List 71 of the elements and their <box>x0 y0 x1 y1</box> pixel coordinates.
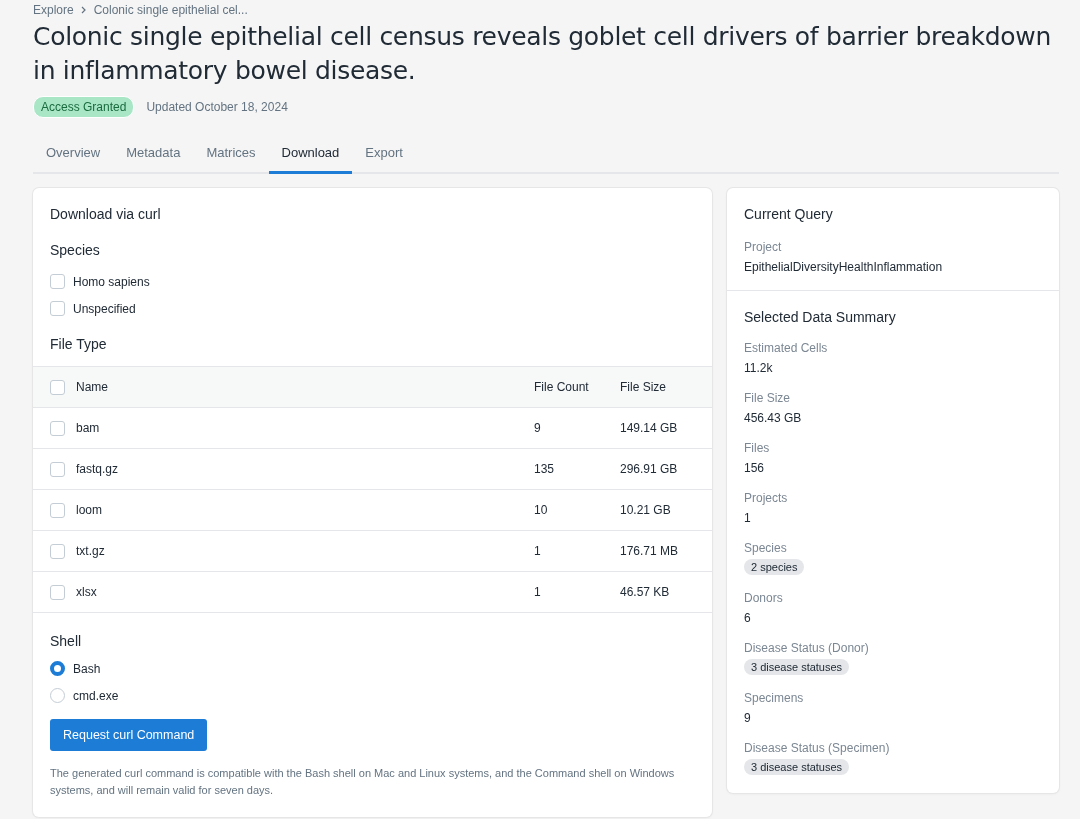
table-cell-text: 9 <box>534 421 542 435</box>
field-label: Specimens <box>744 691 805 705</box>
table-cell: xlsx <box>76 585 97 599</box>
field-label: File Size <box>744 391 791 405</box>
field-label: Species <box>744 541 788 555</box>
column-header: File Size <box>620 380 667 394</box>
count-tag: 3 disease statuses <box>744 759 850 775</box>
tab[interactable]: Metadata <box>113 136 194 174</box>
field-value: 456.43 GB <box>744 411 803 425</box>
field-label: Projects <box>744 491 789 505</box>
column-header: Name <box>76 380 108 394</box>
table-cell-text: 296.91 GB <box>620 462 679 476</box>
field-value: 6 <box>744 611 752 625</box>
radio-button[interactable] <box>50 688 65 703</box>
radio-label: Bash <box>73 661 101 676</box>
table-cell-text: 135 <box>534 462 556 476</box>
checkbox-label: Unspecified <box>73 301 136 316</box>
table-cell: fastq.gz <box>76 462 119 476</box>
field-value: 9 <box>744 711 752 725</box>
table-cell-text: 1 <box>534 544 542 558</box>
table-cell-text: 176.71 MB <box>620 544 680 558</box>
tab[interactable]: Export <box>352 136 416 174</box>
section-heading: File Type <box>50 336 108 352</box>
request-button[interactable]: Request curl Command <box>50 719 208 751</box>
section-heading: Shell <box>50 633 83 649</box>
field-value: 1 <box>744 511 752 525</box>
field-value: EpithelialDiversityHealthInflammation <box>744 260 944 274</box>
row-checkbox[interactable] <box>50 502 65 518</box>
card-title: Download via curl <box>50 206 162 222</box>
chevron-icon <box>79 6 88 14</box>
count-tag: 2 species <box>744 559 805 575</box>
table-cell-text: 10 <box>534 503 549 517</box>
field-label: Disease Status (Specimen) <box>744 741 891 755</box>
card-title: Current Query <box>744 206 834 222</box>
table-cell: loom <box>76 503 102 517</box>
table-cell-text: 10.21 GB <box>620 503 672 517</box>
tab[interactable]: Download <box>268 136 353 174</box>
row-checkbox[interactable] <box>50 420 65 436</box>
field-label: Disease Status (Donor) <box>744 641 870 655</box>
breadcrumb-link[interactable]: Colonic single epithelial cel... <box>93 3 248 17</box>
row-checkbox[interactable] <box>50 461 65 477</box>
radio-label: cmd.exe <box>73 688 119 703</box>
section-heading: Species <box>50 242 101 258</box>
field-label: Donors <box>744 591 784 605</box>
table-cell: bam <box>76 421 100 435</box>
table-cell: txt.gz <box>76 544 105 558</box>
tab[interactable]: Overview <box>33 136 114 174</box>
column-header: File Count <box>534 380 590 394</box>
checkbox[interactable] <box>50 301 65 316</box>
field-value: 11.2k <box>744 361 774 375</box>
radio-button[interactable] <box>50 661 65 676</box>
table-cell-text: 149.14 GB <box>620 421 679 435</box>
field-value: 156 <box>744 461 766 475</box>
checkbox[interactable] <box>50 274 65 289</box>
select-all-checkbox[interactable] <box>50 379 65 395</box>
field-label: Estimated Cells <box>744 341 829 355</box>
updated-date: Updated October 18, 2024 <box>146 100 288 114</box>
table-cell-text: 46.57 KB <box>620 585 671 599</box>
field-label: Project <box>744 240 783 254</box>
card-title: Selected Data Summary <box>744 309 897 325</box>
page-title: Colonic single epithelial cell census reveals goblet cell drivers of barrier breakdown in inflammatory bowel disease. <box>33 21 1052 87</box>
checkbox-label: Homo sapiens <box>73 274 150 289</box>
help-text: The generated curl command is compatible with the Bash shell on Mac and Linux systems, and the Command shell on Windows systems, and will remain valid for seven days. <box>50 766 676 798</box>
table-cell-text: 1 <box>534 585 542 599</box>
row-checkbox[interactable] <box>50 584 65 600</box>
field-label: Files <box>744 441 771 455</box>
count-tag: 3 disease statuses <box>744 659 850 675</box>
row-checkbox[interactable] <box>50 543 65 559</box>
access-badge: Access Granted <box>33 96 135 118</box>
tab[interactable]: Matrices <box>193 136 269 174</box>
breadcrumb-link[interactable]: Explore <box>33 3 74 17</box>
